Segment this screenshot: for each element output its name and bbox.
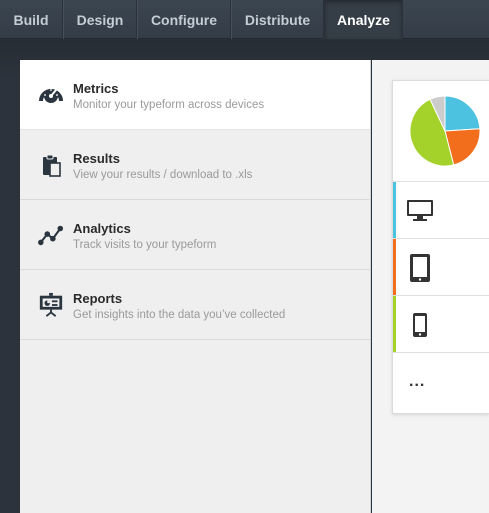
menu-item-title: Analytics xyxy=(73,221,131,236)
menu-item-title: Metrics xyxy=(73,81,119,96)
menu-item-description: View your results / download to .xls xyxy=(73,169,253,181)
pie-slice-desktop xyxy=(444,95,481,132)
analyze-menu-panel: Metrics Monitor your typeform across dev… xyxy=(20,60,371,513)
tablet-icon xyxy=(405,253,435,283)
menu-item-title: Reports xyxy=(73,291,123,306)
tab-distribute[interactable]: Distribute xyxy=(231,0,324,39)
tab-analyze[interactable]: Analyze xyxy=(324,0,403,39)
desktop-color-bar xyxy=(393,182,396,238)
menu-item-metrics[interactable]: Metrics Monitor your typeform across dev… xyxy=(20,60,370,130)
tab-design[interactable]: Design xyxy=(63,0,137,39)
menu-item-description: Monitor your typeform across devices xyxy=(73,99,265,111)
device-row-more[interactable]: ... xyxy=(393,352,489,414)
device-row-desktop[interactable] xyxy=(393,181,489,238)
menu-item-description: Track visits to your typeform xyxy=(73,239,217,251)
clipboard-icon xyxy=(38,152,64,178)
line-chart-icon xyxy=(38,222,64,248)
metrics-content-area: ... xyxy=(372,60,489,513)
menu-item-title: Results xyxy=(73,151,120,166)
device-pie-chart xyxy=(409,95,481,167)
menu-item-analytics[interactable]: Analytics Track visits to your typeform xyxy=(20,200,370,270)
device-breakdown-card: ... xyxy=(392,80,489,414)
more-dots-icon: ... xyxy=(409,373,426,390)
tab-build[interactable]: Build xyxy=(0,0,63,39)
device-row-phone[interactable] xyxy=(393,295,489,352)
menu-item-results[interactable]: Results View your results / download to … xyxy=(20,130,370,200)
top-navigation: Build Design Configure Distribute Analyz… xyxy=(0,0,489,39)
tablet-color-bar xyxy=(393,239,396,295)
smartphone-icon xyxy=(405,310,435,340)
presentation-board-icon xyxy=(38,292,64,318)
tab-configure[interactable]: Configure xyxy=(137,0,231,39)
menu-item-reports[interactable]: Reports Get insights into the data you’v… xyxy=(20,270,370,340)
speedometer-icon xyxy=(38,82,64,108)
menu-item-description: Get insights into the data you’ve collec… xyxy=(73,309,286,321)
phone-color-bar xyxy=(393,296,396,352)
device-row-tablet[interactable] xyxy=(393,238,489,295)
desktop-monitor-icon xyxy=(405,196,435,226)
